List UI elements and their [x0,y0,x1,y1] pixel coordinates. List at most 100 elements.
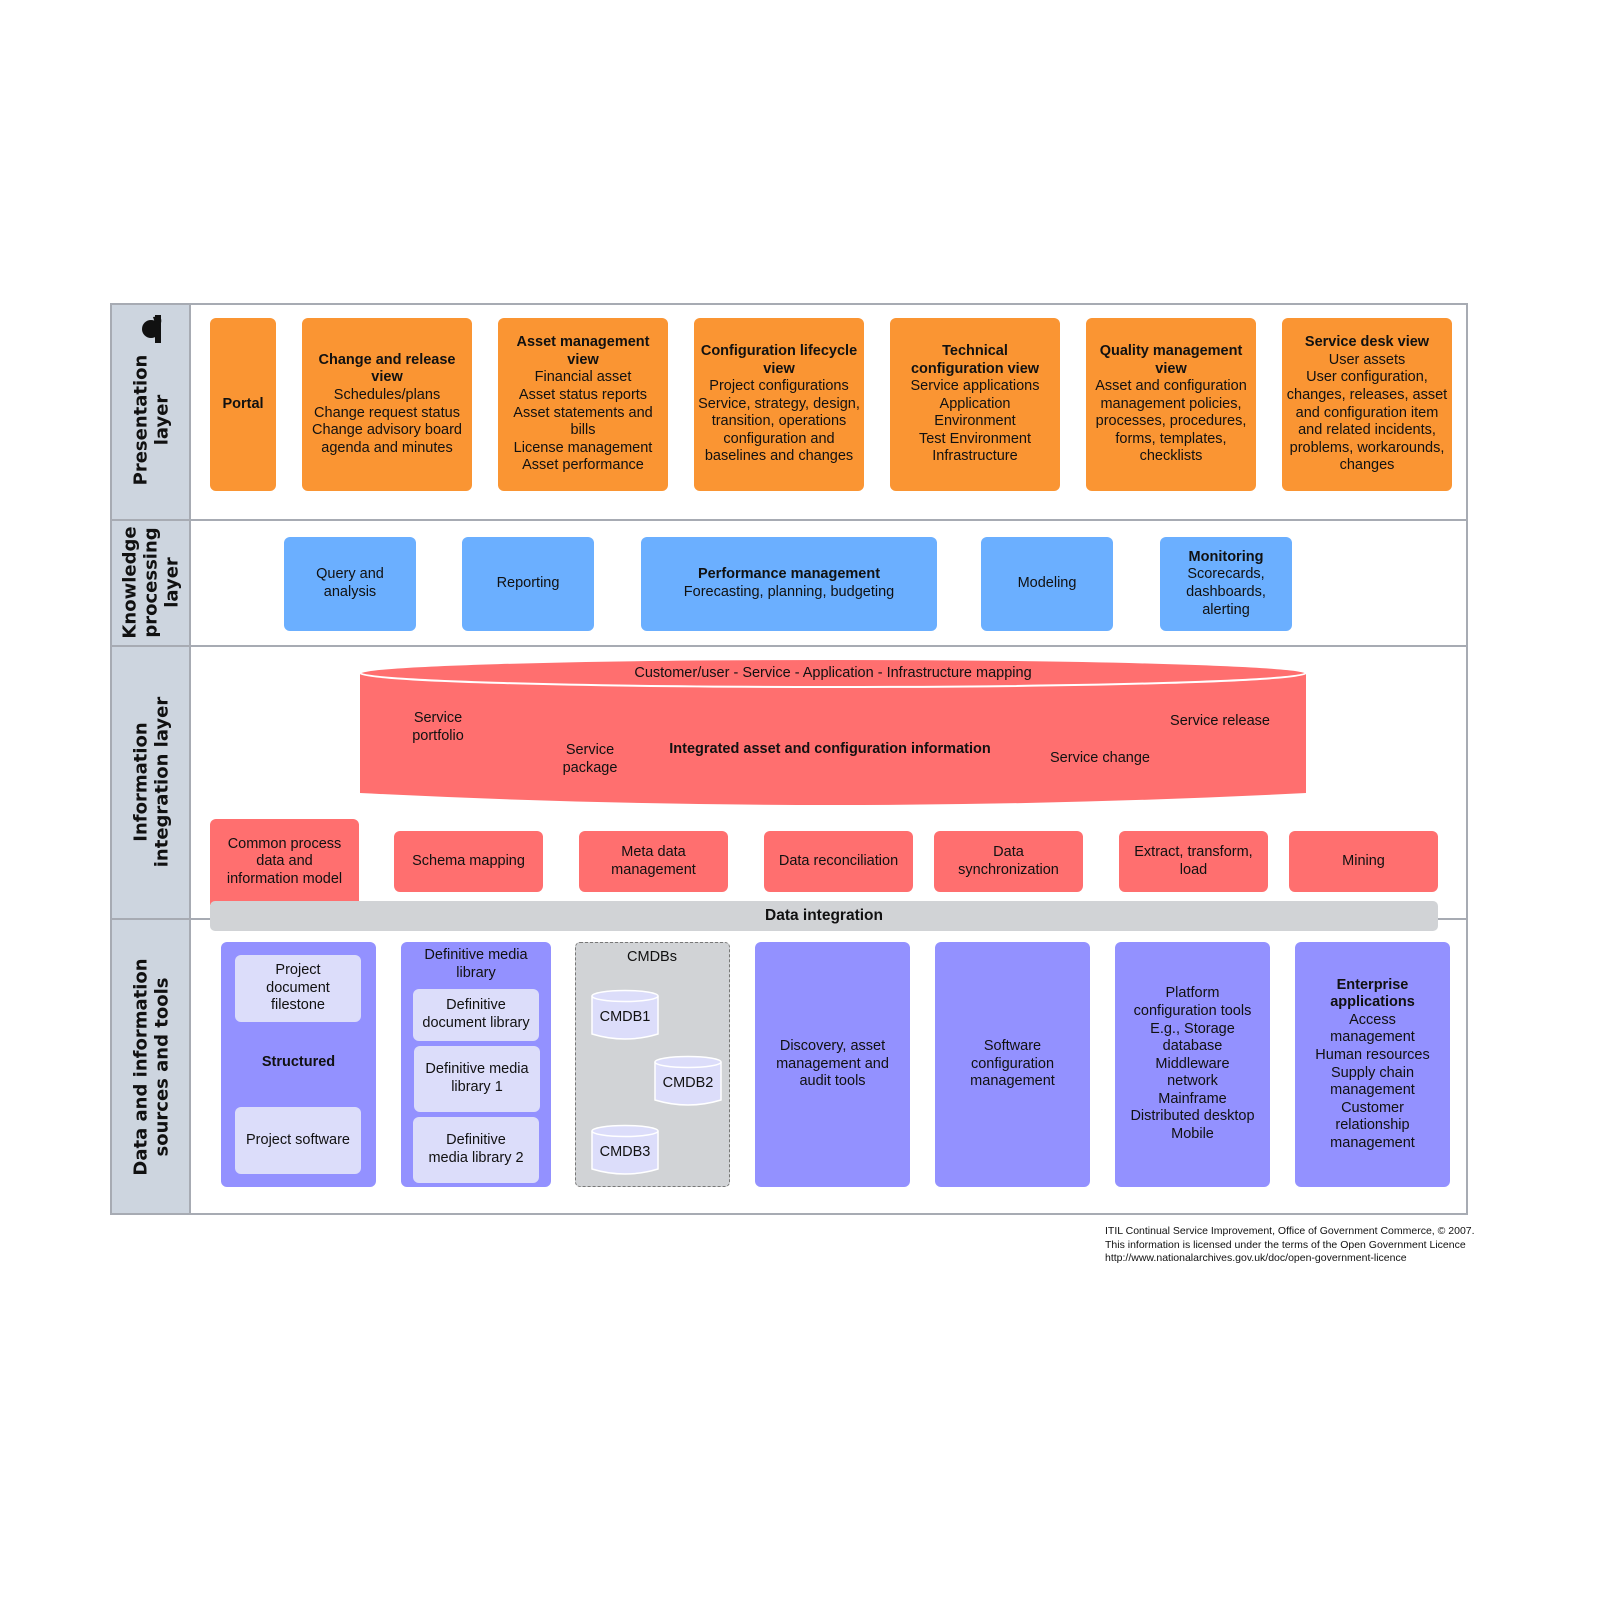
knowledge-function-3-line: Modeling [1017,575,1077,592]
knowledge-function-4: Monitoring Scorecards, dashboards, alerti… [1160,537,1292,631]
integration-function-label: Mining [1342,852,1385,869]
enterprise-title: Enterprise applications [1330,976,1415,1011]
integration-function-label: Extract, transform, load [1134,843,1253,878]
knowledge-function-0-line: Query and analysis [316,566,384,600]
enterprise-line: Customer relationship management [1330,1099,1415,1151]
row-label-text: Presentation layer [130,354,173,486]
presentation-view-0: Portal [210,318,276,491]
integration-function-3: Data synchronization [934,831,1083,892]
discovery-tools-label: Discovery, asset management and audit to… [776,1038,889,1090]
presentation-view-1-line: Change advisory board agenda and minutes [312,422,462,456]
presentation-view-5: Quality management view Asset and configu… [1086,318,1256,491]
enterprise-line: Supply chain management [1330,1064,1415,1099]
presentation-view-1-line: Schedules/plans [333,386,441,403]
platform-line: Distributed desktop [1130,1108,1255,1125]
cmdb-label: CMDB2 [662,1075,714,1091]
data-integration-label: Data integration [765,907,883,924]
enterprise-line: Human resources [1315,1046,1430,1063]
service-release-label: Service release [1170,713,1270,729]
platform-line: Mobile [1171,1126,1214,1143]
enterprise-lines: Access management Human resources Supply c… [1299,1012,1446,1153]
presentation-view-2-line: Financial asset [534,369,632,386]
attribution-footer: ITIL Continual Service Improvement, Offi… [1105,1225,1475,1266]
row-divider [112,519,1466,521]
presentation-view-5-title: Quality management view [1099,342,1243,377]
common-data-model-label: Common process data and information mode… [226,835,343,887]
presentation-view-1-line: Change request status [314,404,460,421]
platform-lines: Platform configuration tools E.g., Storag… [1119,985,1266,1143]
structured-label: Structured [261,1054,336,1070]
presentation-view-2-line: Asset performance [522,457,644,474]
row-label-integration: Information integration layer [112,645,191,918]
row-label-text: Data and information sources and tools [130,957,173,1176]
definitive-document-library: Definitive document library [413,989,539,1041]
presentation-view-4-line: Application [939,395,1011,412]
presentation-view-4-title: Technical configuration view [910,342,1040,377]
presentation-view-6: Service desk view User assets User configu… [1282,318,1452,491]
cylinder-top-label: Customer/user - Service - Application - … [634,665,1032,681]
presentation-view-4-line: Test Environment [918,430,1032,447]
service-change-label: Service change [1050,750,1150,766]
software-configuration-management: Software configuration management [935,942,1090,1187]
footer-line: ITIL Continual Service Improvement, Offi… [1105,1225,1475,1237]
definitive-media-library-1: Definitive media library 1 [414,1046,540,1112]
dml-title: Definitive media library [424,947,528,981]
presentation-view-1: Change and release view Schedules/plans Ch… [302,318,472,491]
knowledge-function-2: Performance management Forecasting, plann… [641,537,937,631]
platform-line: E.g., Storage database [1150,1020,1235,1055]
cmdb-label: CMDB1 [599,1009,651,1025]
presentation-view-2-title: Asset management view [516,334,650,368]
dml-item-label: Definitive document library [422,997,530,1031]
presentation-view-3-line: Service, strategy, design, transition, o… [698,395,860,465]
definitive-media-library: Definitive media library Definitive docu… [401,942,551,1187]
row-divider [112,645,1466,647]
knowledge-function-4-title: Monitoring [1188,548,1264,565]
data-integration-bar: Data integration [210,901,1438,931]
definitive-media-library-2: Definitive media library 2 [413,1117,539,1183]
presentation-view-0-title: Portal [222,395,264,412]
platform-configuration-tools: Platform configuration tools E.g., Storag… [1115,942,1270,1187]
person-icon [135,313,169,347]
cylinder-center-label: Integrated asset and configuration infor… [669,741,991,757]
knowledge-function-2-line: Forecasting, planning, budgeting [683,584,895,600]
project-software: Project software [235,1107,361,1174]
integration-function-2: Data reconciliation [764,831,913,892]
presentation-view-6-line: User assets [1328,351,1406,368]
software-cm-label: Software configuration management [970,1038,1055,1090]
integration-function-label: Data reconciliation [778,852,899,869]
project-document-filestone-label: Project document filestone [266,962,330,1014]
cmdbs-title: CMDBs [627,949,677,965]
platform-line: Middleware network [1155,1055,1230,1090]
knowledge-function-4-line: Scorecards, dashboards, alerting [1186,566,1266,618]
project-document-filestone: Project document filestone [235,955,361,1022]
presentation-view-4-line: Infrastructure [932,448,1018,465]
integration-function-label: Schema mapping [412,852,525,869]
integration-function-0: Schema mapping [394,831,543,892]
presentation-view-6-line: User configuration, changes, releases, a… [1286,369,1448,474]
platform-line: Mainframe [1158,1090,1227,1107]
presentation-view-2: Asset management view Financial asset Asse… [498,318,668,491]
presentation-view-3: Configuration lifecycle view Project conf… [694,318,864,491]
presentation-view-4: Technical configuration view Service appl… [890,318,1060,491]
platform-line: Platform configuration tools [1133,985,1252,1019]
row-label-knowledge: Knowledge processing layer [112,519,191,645]
row-label-sources: Data and information sources and tools [112,918,191,1215]
dml-item-label: Definitive media library 1 [425,1061,529,1095]
knowledge-function-1: Reporting [462,537,594,631]
project-software-label: Project software [246,1131,350,1148]
integration-function-label: Data synchronization [958,843,1059,878]
knowledge-function-1-line: Reporting [496,575,560,592]
integration-function-5: Mining [1289,831,1438,892]
common-data-model: Common process data and information mode… [210,819,359,905]
knowledge-function-2-title: Performance management [697,566,881,583]
row-label-text: Knowledge processing layer [120,525,183,639]
presentation-view-2-line: Asset status reports [518,386,648,403]
knowledge-function-0: Query and analysis [284,537,416,631]
discovery-tools: Discovery, asset management and audit to… [755,942,910,1187]
presentation-view-5-line: Asset and configuration management polic… [1095,378,1247,465]
presentation-view-4-line: Service applications [910,378,1040,395]
row-label-text: Information integration layer [130,696,173,867]
presentation-view-6-title: Service desk view [1304,334,1430,351]
cmdb-cylinder-1: CMDB1 [590,989,660,1041]
dml-item-label: Definitive media library 2 [428,1132,524,1166]
